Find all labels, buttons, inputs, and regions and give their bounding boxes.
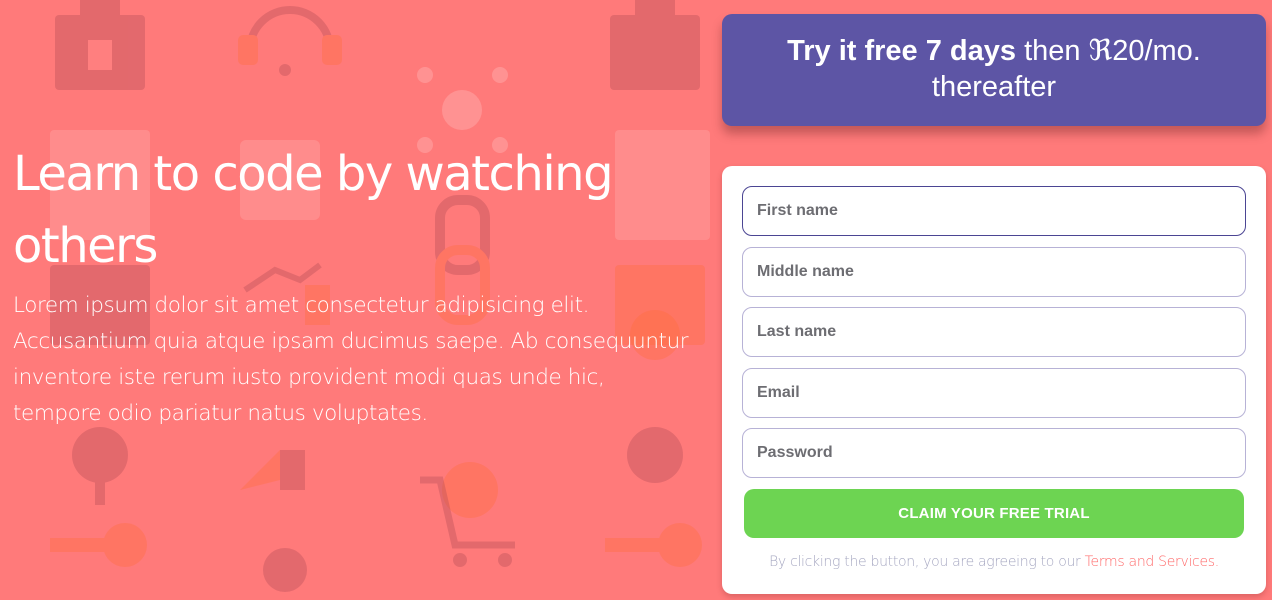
hero-description: Lorem ipsum dolor sit amet consectetur a… [13, 293, 689, 426]
search-icon [72, 427, 683, 505]
toolbox-icon [610, 0, 700, 90]
terms-link[interactable]: Terms and Services. [1085, 554, 1220, 570]
password-field[interactable] [742, 428, 1246, 478]
signup-form: CLAIM YOUR FREE TRIAL By clicking the bu… [722, 166, 1266, 594]
middle-name-field[interactable] [742, 246, 1246, 297]
key-icon [50, 523, 702, 567]
email-field[interactable] [742, 367, 1246, 418]
disclaimer-text: By clicking the button, you are agreeing… [769, 553, 1085, 570]
first-name-field[interactable] [742, 186, 1246, 236]
claim-free-trial-button[interactable]: CLAIM YOUR FREE TRIAL [744, 488, 1244, 538]
megaphone-icon [240, 450, 305, 490]
headset-icon [238, 6, 342, 76]
hero-section: Learn to code by watching others Lorem i… [13, 138, 693, 432]
hero-headline: Learn to code by watching others [13, 146, 614, 274]
last-name-field[interactable] [742, 307, 1246, 357]
globe-icon [263, 548, 307, 592]
offer-highlight: Try it free 7 days [787, 35, 1017, 67]
shopping-cart-icon [420, 476, 515, 567]
terms-disclaimer: By clicking the button, you are agreeing… [742, 554, 1246, 570]
trial-offer-banner: Try it free 7 days then ℜ20/mo. thereaft… [722, 14, 1266, 126]
toolbox-icon [55, 0, 145, 90]
